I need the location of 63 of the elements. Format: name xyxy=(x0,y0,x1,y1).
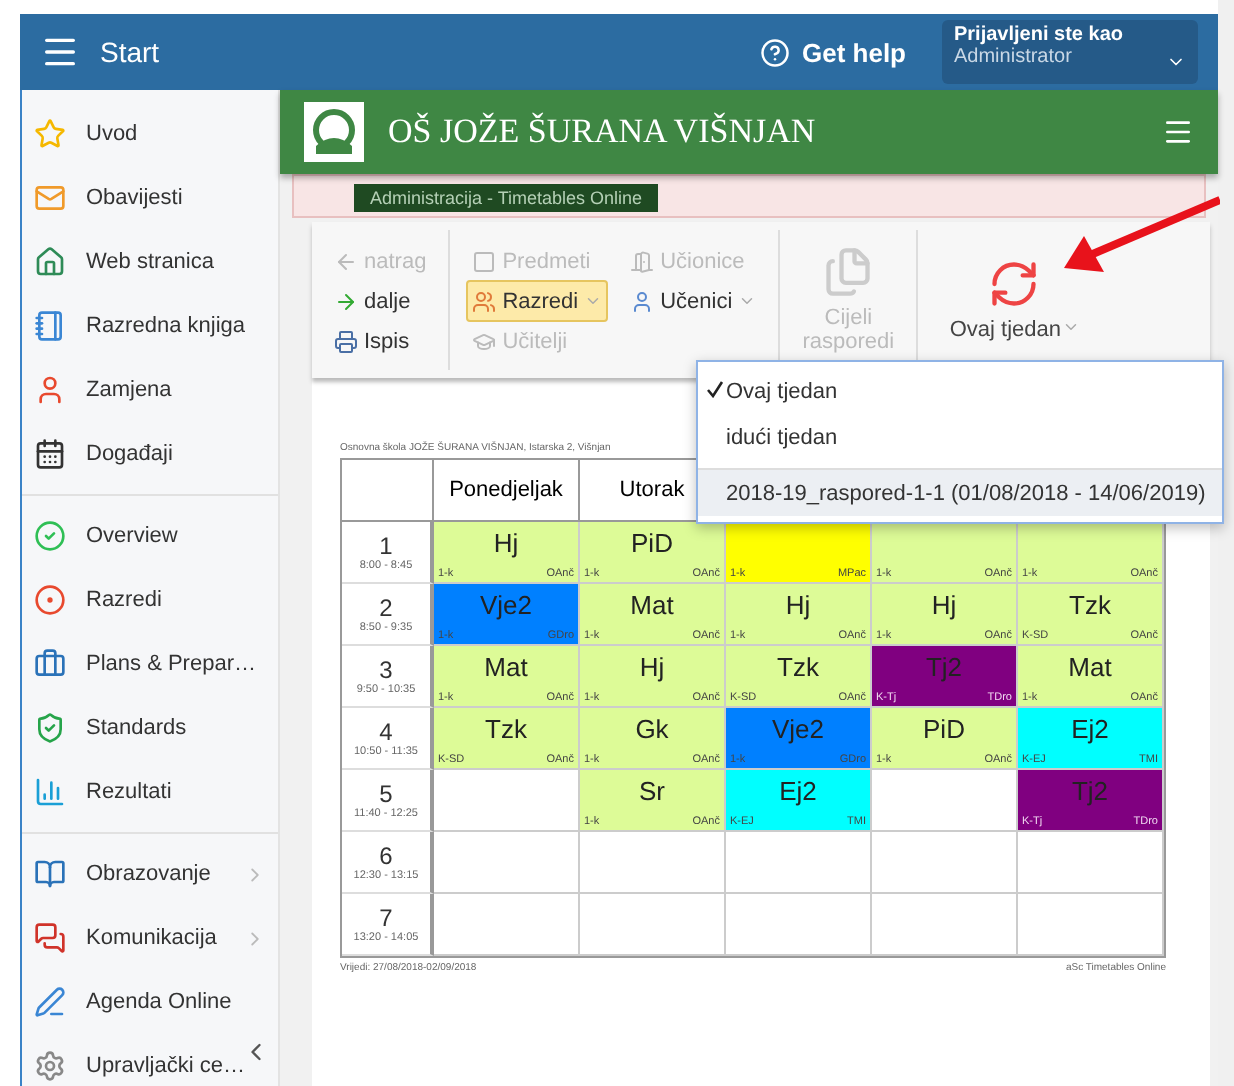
check-circle-icon xyxy=(34,520,66,552)
sidebar-item[interactable]: Obrazovanje xyxy=(22,842,278,906)
notebook-icon xyxy=(34,310,66,342)
period-number: 7 xyxy=(379,904,393,932)
school-logo xyxy=(304,102,364,162)
period-number: 2 xyxy=(379,594,393,622)
period-number: 5 xyxy=(379,780,393,808)
sidebar-item[interactable]: Overview xyxy=(22,504,278,568)
sidebar-item[interactable]: Rezultati xyxy=(22,760,278,824)
graduation-cap-icon xyxy=(472,329,497,353)
sidebar-item[interactable]: Uvod xyxy=(22,102,278,166)
person-icon xyxy=(630,289,655,313)
sidebar-item[interactable]: Plans & Prepar… xyxy=(22,632,278,696)
toolbar-button[interactable]: dalje xyxy=(328,280,433,322)
period-number: 3 xyxy=(379,656,393,684)
briefcase-icon xyxy=(34,648,66,680)
toolbar-button[interactable]: Ispis xyxy=(328,320,433,362)
people-icon xyxy=(472,289,497,313)
envelope-icon xyxy=(34,182,66,214)
menu-item[interactable]: 2018-19_raspored-1-1 (01/08/2018 - 14/06/2019) xyxy=(698,468,1222,516)
refresh-icon xyxy=(988,258,1041,310)
period-number: 4 xyxy=(379,718,393,746)
sidebar-item[interactable]: Agenda Online xyxy=(22,970,278,1034)
menu-item[interactable]: Ovaj tjedan xyxy=(698,368,1222,414)
toolbar-button[interactable]: Razredi xyxy=(466,280,609,322)
sidebar-item[interactable]: Upravljački ce… xyxy=(22,1034,278,1086)
sidebar-item[interactable]: Obavijesti xyxy=(22,166,278,230)
help-link[interactable]: Get help xyxy=(759,37,906,67)
user-menu[interactable]: Prijavljeni ste kao Administrator xyxy=(942,20,1198,84)
chat-icon xyxy=(34,922,66,954)
printer-icon xyxy=(334,329,358,353)
door-icon xyxy=(630,249,655,273)
start-label[interactable]: Start xyxy=(100,36,160,68)
toolbar-button[interactable]: Učenici xyxy=(624,280,763,322)
toolbar-button[interactable]: Ovaj tjedan xyxy=(934,240,1095,360)
sidebar-item[interactable]: Web stranica xyxy=(22,230,278,294)
school-name: OŠ JOŽE ŠURANA VIŠNJAN xyxy=(388,112,816,152)
menu-icon[interactable] xyxy=(1162,116,1194,148)
gear-icon xyxy=(34,1050,66,1082)
sidebar-item[interactable]: Razredi xyxy=(22,568,278,632)
sidebar-item[interactable]: Standards xyxy=(22,696,278,760)
dot-circle-icon xyxy=(34,584,66,616)
help-icon xyxy=(759,37,790,67)
day-header: Ponedjeljak xyxy=(434,460,580,522)
menu-item[interactable]: idući tjedan xyxy=(698,414,1222,460)
sidebar-item[interactable]: Događaji xyxy=(22,422,278,486)
shield-icon xyxy=(34,712,66,744)
calendar-icon xyxy=(34,438,66,470)
pen-icon xyxy=(34,986,66,1018)
sidebar-item[interactable]: Komunikacija xyxy=(22,906,278,970)
bar-chart-icon xyxy=(34,776,66,808)
sidebar-item[interactable]: Razredna knjiga xyxy=(22,294,278,358)
star-icon xyxy=(34,118,66,150)
person-icon xyxy=(34,374,66,406)
banner-text: Administracija - Timetables Online xyxy=(354,184,659,212)
checkmark-icon xyxy=(706,379,724,397)
arrow-left-icon xyxy=(334,249,358,273)
documents-icon xyxy=(822,246,875,298)
house-icon xyxy=(34,246,66,278)
period-number: 1 xyxy=(379,532,393,560)
period-number: 6 xyxy=(379,842,393,870)
sidebar-item[interactable]: Zamjena xyxy=(22,358,278,422)
arrow-right-icon xyxy=(334,289,358,313)
